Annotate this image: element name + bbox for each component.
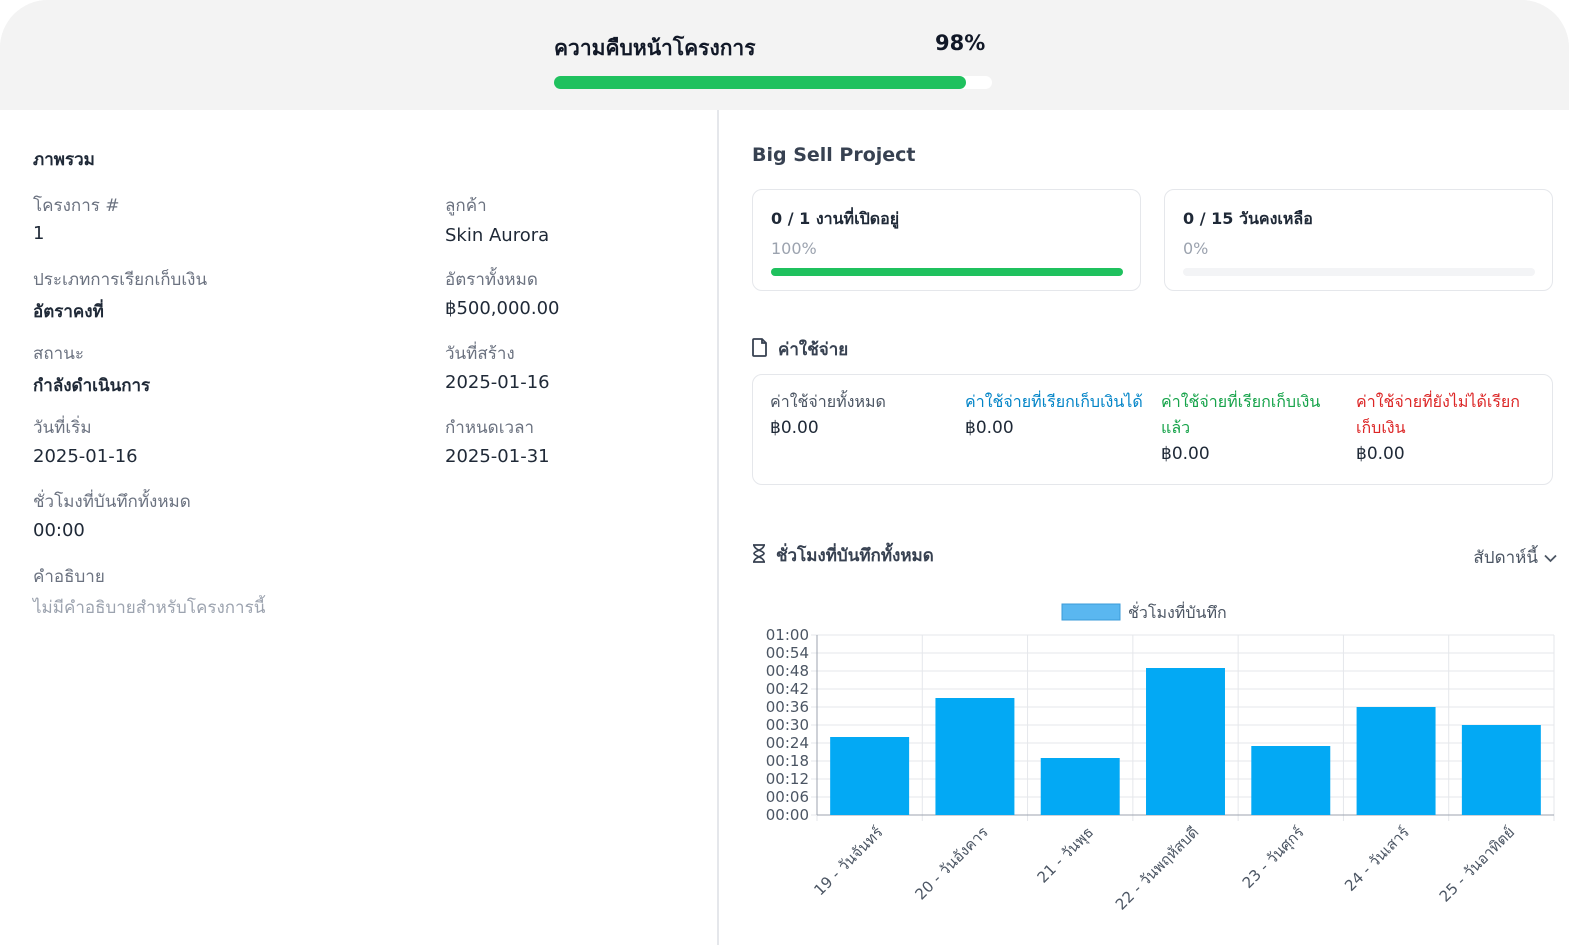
- hours-label: ชั่วโมงที่บันทึกทั้งหมด: [33, 492, 191, 512]
- x-tick-label: 20 - วันอังคาร: [911, 823, 991, 903]
- y-tick-label: 00:12: [766, 770, 809, 788]
- billing-type-label: ประเภทการเรียกเก็บเงิน: [33, 270, 208, 290]
- open-tasks-bar: [771, 268, 1123, 276]
- status-label: สถานะ: [33, 344, 84, 364]
- y-tick-label: 00:36: [766, 698, 809, 716]
- y-tick-label: 00:06: [766, 788, 809, 806]
- progress-header: ความคืบหน้าโครงการ 98%: [0, 0, 1569, 110]
- bar: [935, 698, 1015, 815]
- expense-billed-label: ค่าใช้จ่ายที่เรียกเก็บเงินแล้ว: [1161, 392, 1321, 437]
- hourglass-icon: [752, 544, 766, 567]
- x-tick-label: 21 - วันพุธ: [1034, 823, 1098, 887]
- y-tick-label: 00:54: [766, 644, 809, 662]
- y-tick-label: 00:00: [766, 806, 809, 824]
- range-select-label: สัปดาห์นี้: [1473, 548, 1538, 568]
- legend-label: ชั่วโมงที่บันทึก: [1128, 601, 1227, 622]
- progress-bar: [554, 76, 992, 89]
- overview-title: ภาพรวม: [33, 150, 95, 170]
- bar: [1251, 746, 1331, 815]
- expense-unbilled-value: ฿0.00: [1356, 444, 1405, 464]
- description-value: ไม่มีคำอธิบายสำหรับโครงการนี้: [33, 598, 266, 618]
- y-tick-label: 00:24: [766, 734, 809, 752]
- expense-total-label: ค่าใช้จ่ายทั้งหมด: [770, 392, 886, 411]
- bar: [1146, 668, 1225, 815]
- days-left-card[interactable]: 0 / 15 วันคงเหลือ 0%: [1164, 189, 1553, 291]
- created-value: 2025-01-16: [445, 372, 550, 393]
- customer-value: Skin Aurora: [445, 225, 550, 246]
- status-value: กำลังดำเนินการ: [33, 376, 151, 396]
- expense-billed: ค่าใช้จ่ายที่เรียกเก็บเงินแล้ว ฿0.00: [1161, 389, 1341, 464]
- file-icon: [752, 338, 768, 361]
- project-no-value: 1: [33, 223, 45, 244]
- bar: [830, 737, 910, 815]
- x-tick-label: 23 - วันศุกร์: [1239, 823, 1309, 893]
- x-tick-label: 22 - วันพฤหัสบดี: [1112, 823, 1203, 914]
- progress-percent: 98%: [935, 31, 986, 55]
- days-left-percent: 0%: [1183, 239, 1209, 258]
- expenses-title: ค่าใช้จ่าย: [778, 340, 849, 360]
- expense-billable: ค่าใช้จ่ายที่เรียกเก็บเงินได้ ฿0.00: [965, 389, 1145, 438]
- y-tick-label: 00:30: [766, 716, 809, 734]
- expense-unbilled: ค่าใช้จ่ายที่ยังไม่ได้เรียกเก็บเงิน ฿0.0…: [1356, 389, 1536, 464]
- y-tick-label: 01:00: [766, 626, 809, 644]
- hours-value: 00:00: [33, 520, 85, 541]
- expenses-header: ค่าใช้จ่าย: [752, 336, 848, 363]
- bar: [1040, 758, 1120, 815]
- total-rate-value: ฿500,000.00: [445, 298, 560, 319]
- expenses-card: ค่าใช้จ่ายทั้งหมด ฿0.00 ค่าใช้จ่ายที่เรี…: [752, 374, 1553, 485]
- bar: [1356, 707, 1436, 815]
- expense-unbilled-label: ค่าใช้จ่ายที่ยังไม่ได้เรียกเก็บเงิน: [1356, 392, 1520, 437]
- project-no-label: โครงการ #: [33, 196, 120, 216]
- y-tick-label: 00:18: [766, 752, 809, 770]
- y-tick-label: 00:48: [766, 662, 809, 680]
- progress-title: ความคืบหน้าโครงการ: [554, 36, 756, 60]
- project-name: Big Sell Project: [752, 144, 916, 166]
- deadline-value: 2025-01-31: [445, 446, 550, 467]
- x-tick-label: 19 - วันจันทร์: [810, 823, 886, 899]
- expense-total: ค่าใช้จ่ายทั้งหมด ฿0.00: [770, 389, 950, 438]
- start-label: วันที่เริ่ม: [33, 418, 92, 438]
- y-tick-label: 00:42: [766, 680, 809, 698]
- billing-type-value: อัตราคงที่: [33, 302, 104, 322]
- description-label: คำอธิบาย: [33, 567, 105, 587]
- hours-chart: ชั่วโมงที่บันทึก 00:00 00:06 00:12 00:18 00:2…: [719, 590, 1569, 945]
- overview-panel: ภาพรวม โครงการ # 1 ลูกค้า Skin Aurora ปร…: [0, 110, 717, 945]
- open-tasks-percent: 100%: [771, 239, 817, 258]
- hours-bar-chart: ชั่วโมงที่บันทึก 00:0000:0600:1200:1800:2…: [766, 601, 1555, 914]
- open-tasks-card[interactable]: 0 / 1 งานที่เปิดอยู่ 100%: [752, 189, 1141, 291]
- expense-total-value: ฿0.00: [770, 418, 819, 438]
- expense-billable-value: ฿0.00: [965, 418, 1014, 438]
- project-panel: Big Sell Project 0 / 1 งานที่เปิดอยู่ 10…: [719, 110, 1569, 945]
- app-frame: ความคืบหน้าโครงการ 98% ภาพรวม โครงการ # …: [0, 0, 1569, 945]
- x-tick-label: 25 - วันอาทิตย์: [1436, 823, 1518, 905]
- days-left-title: 0 / 15 วันคงเหลือ: [1183, 209, 1313, 228]
- start-value: 2025-01-16: [33, 446, 138, 467]
- chevron-down-icon: [1544, 548, 1557, 568]
- legend-swatch: [1061, 603, 1121, 621]
- open-tasks-bar-fill: [771, 268, 1123, 276]
- days-left-bar: [1183, 268, 1535, 276]
- expense-billed-value: ฿0.00: [1161, 444, 1210, 464]
- bar: [1461, 725, 1541, 815]
- expense-billable-label: ค่าใช้จ่ายที่เรียกเก็บเงินได้: [965, 392, 1143, 411]
- customer-label: ลูกค้า: [445, 196, 487, 216]
- total-rate-label: อัตราทั้งหมด: [445, 270, 538, 290]
- x-tick-label: 24 - วันเสาร์: [1341, 823, 1413, 895]
- hours-title: ชั่วโมงที่บันทึกทั้งหมด: [776, 546, 934, 566]
- range-select[interactable]: สัปดาห์นี้: [1473, 544, 1557, 571]
- hours-header: ชั่วโมงที่บันทึกทั้งหมด: [752, 542, 934, 569]
- progress-bar-fill: [554, 76, 966, 89]
- open-tasks-title: 0 / 1 งานที่เปิดอยู่: [771, 209, 900, 228]
- created-label: วันที่สร้าง: [445, 344, 515, 364]
- deadline-label: กำหนดเวลา: [445, 418, 535, 438]
